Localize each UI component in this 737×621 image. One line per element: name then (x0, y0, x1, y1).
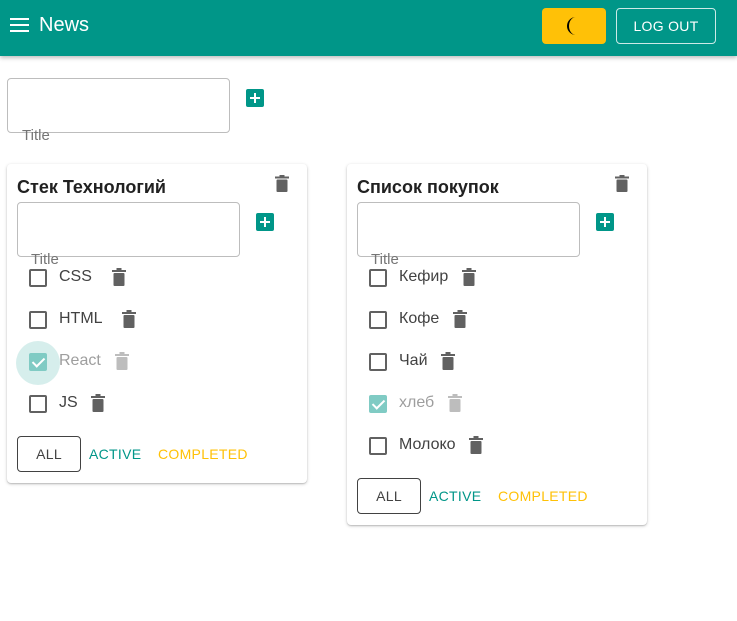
filter-completed-button[interactable]: COMPLETED (158, 446, 248, 462)
todo-list-card: Список покупок Title Кефир Кофе Чай хлеб (347, 164, 647, 525)
delete-task-icon[interactable] (453, 310, 467, 328)
task-checkbox[interactable] (29, 353, 47, 371)
hamburger-icon[interactable] (10, 17, 30, 33)
delete-task-icon[interactable] (91, 394, 105, 412)
task-label[interactable]: CSS (59, 268, 92, 286)
delete-task-icon[interactable] (462, 268, 476, 286)
task-label[interactable]: Кофе (399, 310, 439, 328)
task-checkbox[interactable] (369, 311, 387, 329)
new-task-label: Title (31, 251, 59, 268)
delete-list-icon[interactable] (615, 175, 629, 192)
delete-task-icon[interactable] (112, 268, 126, 286)
task-item: Кефир (369, 267, 509, 291)
new-task-input[interactable] (357, 202, 580, 257)
new-task-label: Title (371, 251, 399, 268)
app-bar: News LOG OUT (0, 0, 737, 56)
task-item: Кофе (369, 309, 509, 333)
theme-toggle-button[interactable] (542, 8, 606, 44)
add-task-button[interactable] (596, 213, 614, 231)
add-list-button[interactable] (246, 89, 264, 107)
filter-all-button[interactable]: ALL (17, 436, 81, 472)
add-task-button[interactable] (256, 213, 274, 231)
task-item: Чай (369, 351, 509, 375)
delete-task-icon[interactable] (469, 436, 483, 454)
task-item: хлеб (369, 393, 509, 417)
moon-icon (567, 17, 576, 35)
task-item: CSS (29, 267, 159, 291)
app-title: News (39, 14, 90, 36)
logout-button[interactable]: LOG OUT (616, 8, 716, 44)
task-label[interactable]: HTML (59, 310, 103, 328)
task-label[interactable]: JS (59, 394, 78, 412)
task-item: React (16, 341, 159, 385)
delete-task-icon[interactable] (448, 394, 462, 412)
todo-list-card: Стек Технологий Title CSS HTML React JS (7, 164, 307, 483)
task-label[interactable]: хлеб (399, 394, 434, 412)
task-label[interactable]: Кефир (399, 268, 448, 286)
task-checkbox[interactable] (369, 269, 387, 287)
task-checkbox[interactable] (369, 353, 387, 371)
task-checkbox[interactable] (29, 395, 47, 413)
task-label[interactable]: React (59, 352, 101, 370)
new-list-title-input[interactable] (7, 78, 230, 133)
task-label[interactable]: Молоко (399, 436, 456, 454)
task-checkbox[interactable] (29, 311, 47, 329)
delete-task-icon[interactable] (441, 352, 455, 370)
delete-list-icon[interactable] (275, 175, 289, 192)
filter-active-button[interactable]: ACTIVE (89, 446, 141, 462)
task-item: HTML (29, 309, 159, 333)
delete-task-icon[interactable] (115, 352, 129, 370)
filter-all-button[interactable]: ALL (357, 478, 421, 514)
task-checkbox[interactable] (369, 395, 387, 413)
new-list-title-label: Title (22, 127, 50, 144)
task-label[interactable]: Чай (399, 352, 428, 370)
task-item: JS (29, 393, 159, 417)
delete-task-icon[interactable] (122, 310, 136, 328)
task-checkbox[interactable] (29, 269, 47, 287)
list-title: Стек Технологий (17, 177, 166, 197)
task-checkbox[interactable] (369, 437, 387, 455)
list-title: Список покупок (357, 177, 499, 197)
task-item: Молоко (369, 435, 509, 459)
new-task-input[interactable] (17, 202, 240, 257)
filter-completed-button[interactable]: COMPLETED (498, 488, 588, 504)
filter-active-button[interactable]: ACTIVE (429, 488, 481, 504)
